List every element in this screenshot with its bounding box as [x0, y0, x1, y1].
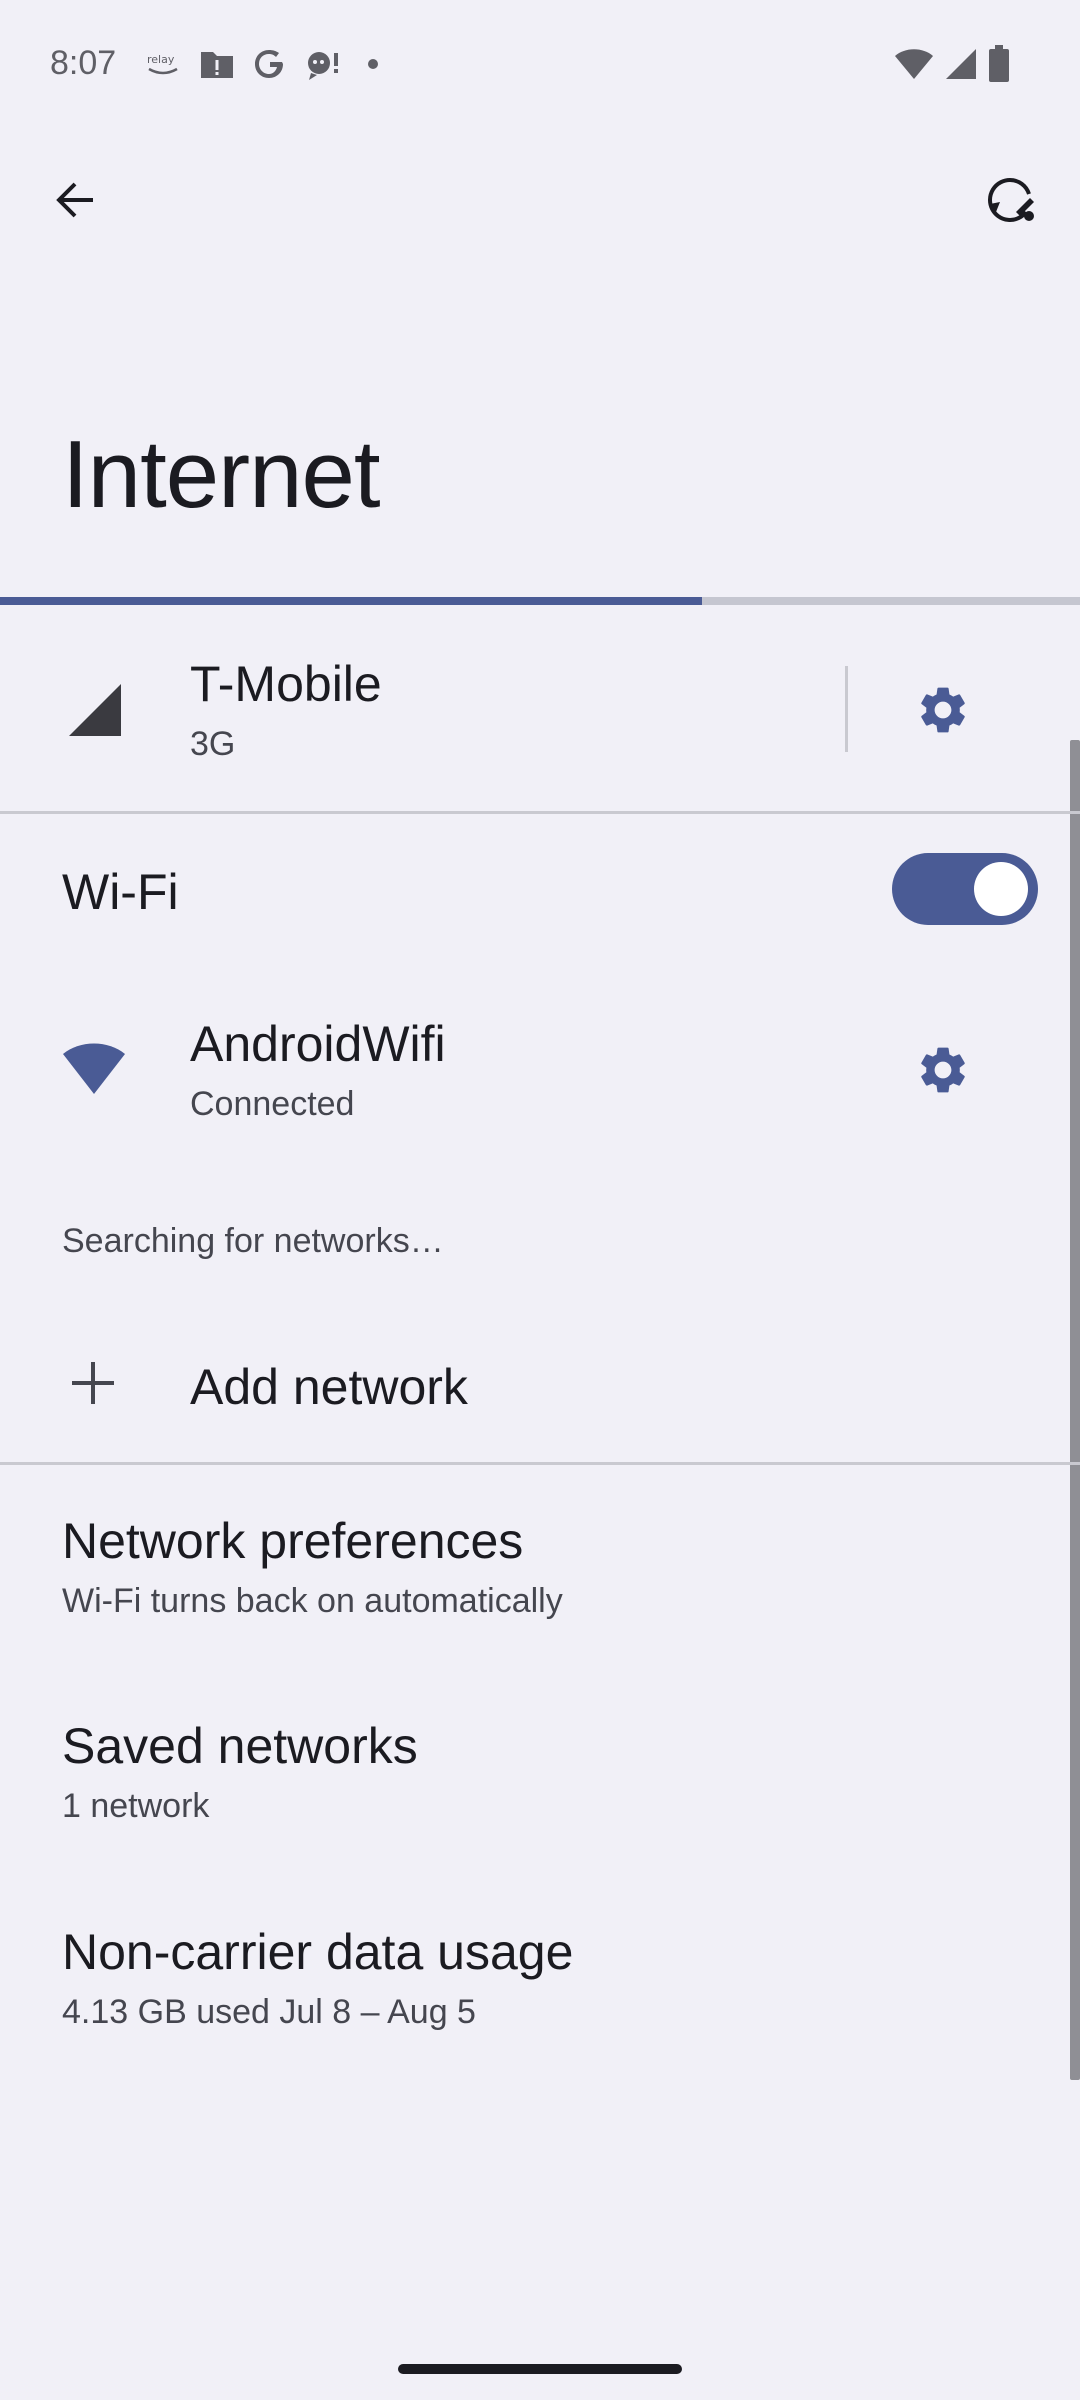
wifi-icon — [895, 49, 933, 79]
system-icons — [894, 44, 1010, 84]
network-settings-button[interactable] — [900, 1030, 986, 1110]
searching-status: Searching for networks… — [62, 1222, 444, 1260]
reset-network-button[interactable] — [970, 165, 1050, 235]
status-bar: 8:07 relay — [0, 0, 1080, 130]
divider — [0, 811, 1080, 814]
network-name: AndroidWifi — [190, 1016, 446, 1072]
data-usage-title: Non-carrier data usage — [62, 1924, 574, 1980]
data-usage-summary: 4.13 GB used Jul 8 – Aug 5 — [62, 1993, 476, 2031]
arrow-back-icon — [56, 182, 93, 218]
plus-icon — [72, 1362, 114, 1404]
add-network-label: Add network — [190, 1359, 468, 1415]
wifi-switch-knob — [974, 862, 1028, 916]
loading-progress-bar — [0, 597, 1080, 605]
gear-icon — [921, 1047, 965, 1093]
notification-icons: relay — [145, 44, 383, 84]
data-usage-row[interactable]: Non-carrier data usage 4.13 GB used Jul … — [0, 1901, 1070, 2081]
wifi-label: Wi-Fi — [62, 864, 179, 920]
carrier-network-type: 3G — [190, 725, 236, 763]
scrollbar[interactable] — [1070, 740, 1080, 2080]
folder-alert-icon — [201, 52, 233, 78]
add-network-row[interactable]: Add network — [0, 1310, 1070, 1460]
saved-networks-row[interactable]: Saved networks 1 network — [0, 1695, 1070, 1875]
battery-icon — [989, 45, 1009, 82]
back-button[interactable] — [40, 165, 110, 235]
cell-signal-icon — [69, 684, 121, 736]
mobile-settings-button[interactable] — [900, 670, 986, 750]
network-preferences-title: Network preferences — [62, 1513, 524, 1569]
gear-icon — [921, 687, 965, 733]
relay-icon: relay — [147, 53, 178, 75]
google-icon — [255, 50, 283, 78]
progress-fill — [0, 597, 702, 605]
status-time: 8:07 — [50, 44, 117, 82]
assistant-icon — [308, 52, 338, 80]
saved-networks-title: Saved networks — [62, 1718, 418, 1774]
network-preferences-row[interactable]: Network preferences Wi-Fi turns back on … — [0, 1490, 1070, 1670]
vertical-separator — [845, 666, 848, 752]
cell-signal-icon — [946, 49, 976, 79]
network-preferences-summary: Wi-Fi turns back on automatically — [62, 1582, 563, 1620]
divider — [0, 1462, 1080, 1465]
carrier-name: T-Mobile — [190, 656, 382, 712]
wifi-icon — [63, 1043, 125, 1094]
network-status: Connected — [190, 1085, 355, 1123]
home-indicator[interactable] — [398, 2364, 682, 2374]
svg-text:relay: relay — [147, 53, 175, 66]
dot-icon — [368, 59, 378, 69]
internet-settings-screen: 8:07 relay Internet T-Mobile 3G Wi-Fi An… — [0, 0, 1080, 2400]
wifi-switch[interactable] — [892, 853, 1038, 925]
reset-network-icon — [988, 178, 1034, 222]
page-title: Internet — [62, 421, 381, 528]
saved-networks-summary: 1 network — [62, 1787, 210, 1825]
